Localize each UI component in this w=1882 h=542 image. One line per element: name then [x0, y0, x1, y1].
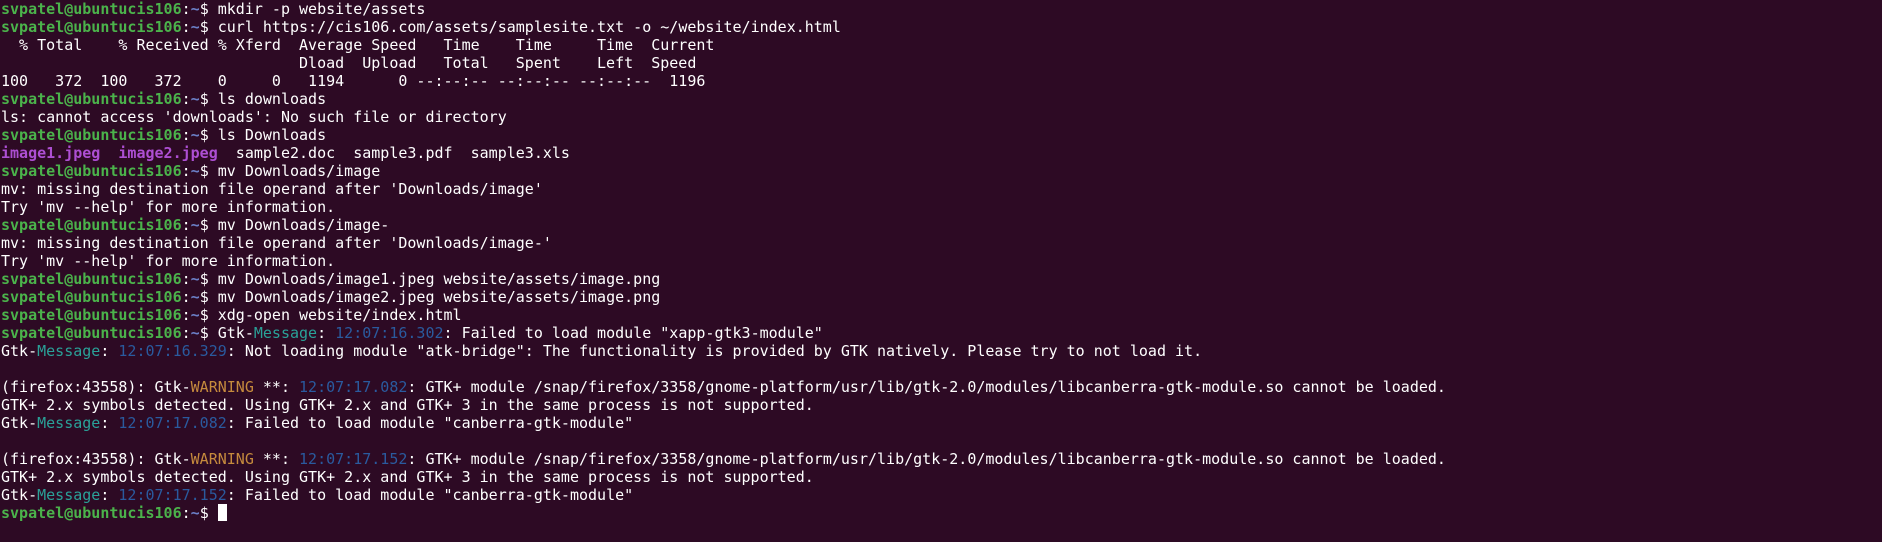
- output-line: (firefox:43558): Gtk-WARNING **: 12:07:1…: [1, 378, 1446, 396]
- prompt-path: ~: [190, 0, 200, 18]
- output-line: 100 372 100 372 0 0 1194 0 --:--:-- --:-…: [1, 72, 706, 90]
- output-line: ls: cannot access 'downloads': No such f…: [1, 108, 507, 126]
- file-list-rest: sample2.doc sample3.pdf sample3.xls: [217, 144, 570, 162]
- timestamp: 12:07:17.082: [118, 414, 227, 432]
- prompt-path: ~: [190, 216, 200, 234]
- output-line: GTK+ 2.x symbols detected. Using GTK+ 2.…: [1, 396, 814, 414]
- prompt-path: ~: [190, 306, 200, 324]
- command-line: svpatel@ubuntucis106:~$ ls downloads: [1, 90, 327, 108]
- prompt-path: ~: [190, 504, 200, 522]
- timestamp: 12:07:16.329: [118, 342, 227, 360]
- gtk-message-label: Message: [253, 324, 318, 342]
- text-cursor[interactable]: [217, 504, 227, 521]
- gtk-message-label: Message: [37, 342, 101, 360]
- command-line: svpatel@ubuntucis106:~$ mv Downloads/ima…: [1, 162, 381, 180]
- file-image2: image2.jpeg: [118, 144, 218, 162]
- prompt-path: ~: [190, 324, 200, 342]
- prompt-path: ~: [190, 288, 200, 306]
- active-prompt-line[interactable]: svpatel@ubuntucis106:~$: [1, 504, 1882, 522]
- command-text: mv Downloads/image: [217, 162, 381, 180]
- command-line: svpatel@ubuntucis106:~$ mv Downloads/ima…: [1, 216, 390, 234]
- prompt-user: svpatel@ubuntucis106: [1, 270, 182, 288]
- prompt-user: svpatel@ubuntucis106: [1, 162, 182, 180]
- command-text: curl https://cis106.com/assets/samplesit…: [217, 18, 841, 36]
- prompt-path: ~: [190, 18, 200, 36]
- command-text: ls Downloads: [217, 126, 327, 144]
- prompt-user: svpatel@ubuntucis106: [1, 288, 182, 306]
- file-image1: image1.jpeg: [1, 144, 101, 162]
- command-text: mkdir -p website/assets: [217, 0, 426, 18]
- output-line: Gtk-Message: 12:07:16.329: Not loading m…: [1, 342, 1203, 360]
- timestamp: 12:07:17.152: [118, 486, 227, 504]
- output-line: Gtk-Message: 12:07:17.152: Failed to loa…: [1, 486, 634, 504]
- prompt-user: svpatel@ubuntucis106: [1, 306, 182, 324]
- command-line: svpatel@ubuntucis106:~$ curl https://cis…: [1, 18, 841, 36]
- output-line: (firefox:43558): Gtk-WARNING **: 12:07:1…: [1, 450, 1446, 468]
- command-text: xdg-open website/index.html: [217, 306, 462, 324]
- command-line: svpatel@ubuntucis106:~$ ls Downloads: [1, 126, 327, 144]
- output-line: Gtk-Message: 12:07:17.082: Failed to loa…: [1, 414, 634, 432]
- output-line: Try 'mv --help' for more information.: [1, 198, 336, 216]
- gtk-message-label: Message: [37, 414, 101, 432]
- command-text: mv Downloads/image1.jpeg website/assets/…: [217, 270, 661, 288]
- prompt-path: ~: [190, 270, 200, 288]
- command-line: svpatel@ubuntucis106:~$ mv Downloads/ima…: [1, 288, 661, 306]
- prompt-path: ~: [190, 162, 200, 180]
- timestamp: 12:07:17.152: [299, 450, 408, 468]
- output-line: Try 'mv --help' for more information.: [1, 252, 336, 270]
- prompt-user: svpatel@ubuntucis106: [1, 18, 182, 36]
- output-line: mv: missing destination file operand aft…: [1, 234, 552, 252]
- command-line: svpatel@ubuntucis106:~$ mkdir -p website…: [1, 0, 426, 18]
- prompt-path: ~: [190, 90, 200, 108]
- prompt-user: svpatel@ubuntucis106: [1, 126, 182, 144]
- command-text: mv Downloads/image-: [217, 216, 390, 234]
- command-line: svpatel@ubuntucis106:~$ xdg-open website…: [1, 306, 462, 324]
- command-text: ls downloads: [217, 90, 327, 108]
- gtk-message-label: Message: [37, 486, 101, 504]
- prompt-user: svpatel@ubuntucis106: [1, 90, 182, 108]
- timestamp: 12:07:17.082: [299, 378, 408, 396]
- prompt-path: ~: [190, 126, 200, 144]
- gtk-warning-label: WARNING: [190, 450, 254, 468]
- command-line: svpatel@ubuntucis106:~$ Gtk-Message: 12:…: [1, 324, 823, 342]
- output-line: image1.jpeg image2.jpeg sample2.doc samp…: [1, 144, 1882, 162]
- terminal-window[interactable]: svpatel@ubuntucis106:~$ mkdir -p website…: [0, 0, 1882, 542]
- gtk-warning-label: WARNING: [190, 378, 254, 396]
- output-line: GTK+ 2.x symbols detected. Using GTK+ 2.…: [1, 468, 814, 486]
- prompt-user: svpatel@ubuntucis106: [1, 216, 182, 234]
- command-text: mv Downloads/image2.jpeg website/assets/…: [217, 288, 661, 306]
- timestamp: 12:07:16.302: [335, 324, 444, 342]
- prompt-user: svpatel@ubuntucis106: [1, 0, 182, 18]
- command-line: svpatel@ubuntucis106:~$ mv Downloads/ima…: [1, 270, 661, 288]
- prompt-user: svpatel@ubuntucis106: [1, 504, 182, 522]
- output-line: Dload Upload Total Spent Left Speed: [1, 54, 697, 72]
- prompt-user: svpatel@ubuntucis106: [1, 324, 182, 342]
- output-line: mv: missing destination file operand aft…: [1, 180, 543, 198]
- output-line: % Total % Received % Xferd Average Speed…: [1, 36, 715, 54]
